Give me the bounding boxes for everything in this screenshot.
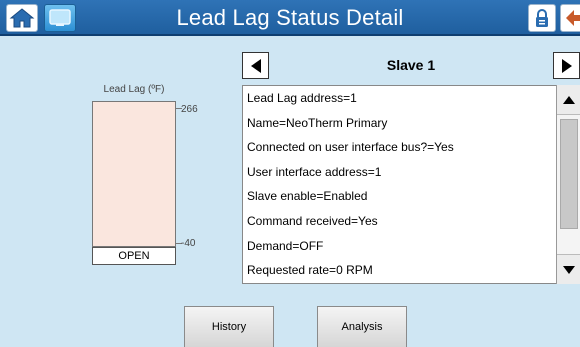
back-arrow-icon bbox=[566, 10, 580, 26]
arrow-right-icon bbox=[561, 58, 572, 73]
list-item: Connected on user interface bus?=Yes bbox=[247, 140, 454, 155]
lock-icon bbox=[536, 9, 548, 27]
lock-button[interactable] bbox=[528, 4, 556, 32]
next-slave-button[interactable] bbox=[553, 52, 580, 79]
slave-title: Slave 1 bbox=[386, 57, 436, 73]
screen-icon bbox=[49, 9, 71, 26]
title-bar: Lead Lag Status Detail bbox=[0, 0, 580, 36]
home-button[interactable] bbox=[6, 4, 38, 32]
status-badge: OPEN bbox=[92, 247, 176, 265]
scroll-down-icon bbox=[563, 265, 575, 274]
screen-button[interactable] bbox=[44, 4, 76, 32]
list-item: Demand=OFF bbox=[247, 238, 324, 253]
gauge-max-label: 266 bbox=[181, 104, 198, 115]
analysis-button[interactable]: Analysis bbox=[317, 306, 407, 347]
detail-list[interactable]: Lead Lag address=1 Name=NeoTherm Primary… bbox=[242, 85, 560, 284]
list-item: Requested rate=0 RPM bbox=[247, 263, 373, 278]
gauge-min-label: -40 bbox=[181, 238, 196, 249]
list-item: User interface address=1 bbox=[247, 164, 382, 179]
back-button[interactable] bbox=[560, 4, 580, 32]
lead-lag-gauge bbox=[92, 101, 176, 247]
arrow-left-icon bbox=[250, 58, 261, 73]
list-item: Name=NeoTherm Primary bbox=[247, 115, 388, 130]
list-item: Lead Lag address=1 bbox=[247, 91, 357, 105]
scroll-down-button[interactable] bbox=[557, 254, 580, 284]
page-title: Lead Lag Status Detail bbox=[176, 5, 404, 30]
scroll-up-button[interactable] bbox=[557, 85, 580, 115]
scroll-up-icon bbox=[563, 95, 575, 104]
list-item: Slave enable=Enabled bbox=[247, 189, 368, 204]
list-item: Command received=Yes bbox=[247, 213, 378, 228]
gauge-label: Lead Lag (ºF) bbox=[103, 84, 165, 95]
history-button[interactable]: History bbox=[184, 306, 274, 347]
scroll-thumb[interactable] bbox=[560, 119, 578, 229]
previous-slave-button[interactable] bbox=[242, 52, 269, 79]
home-icon bbox=[9, 8, 35, 28]
scrollbar[interactable] bbox=[556, 85, 580, 284]
